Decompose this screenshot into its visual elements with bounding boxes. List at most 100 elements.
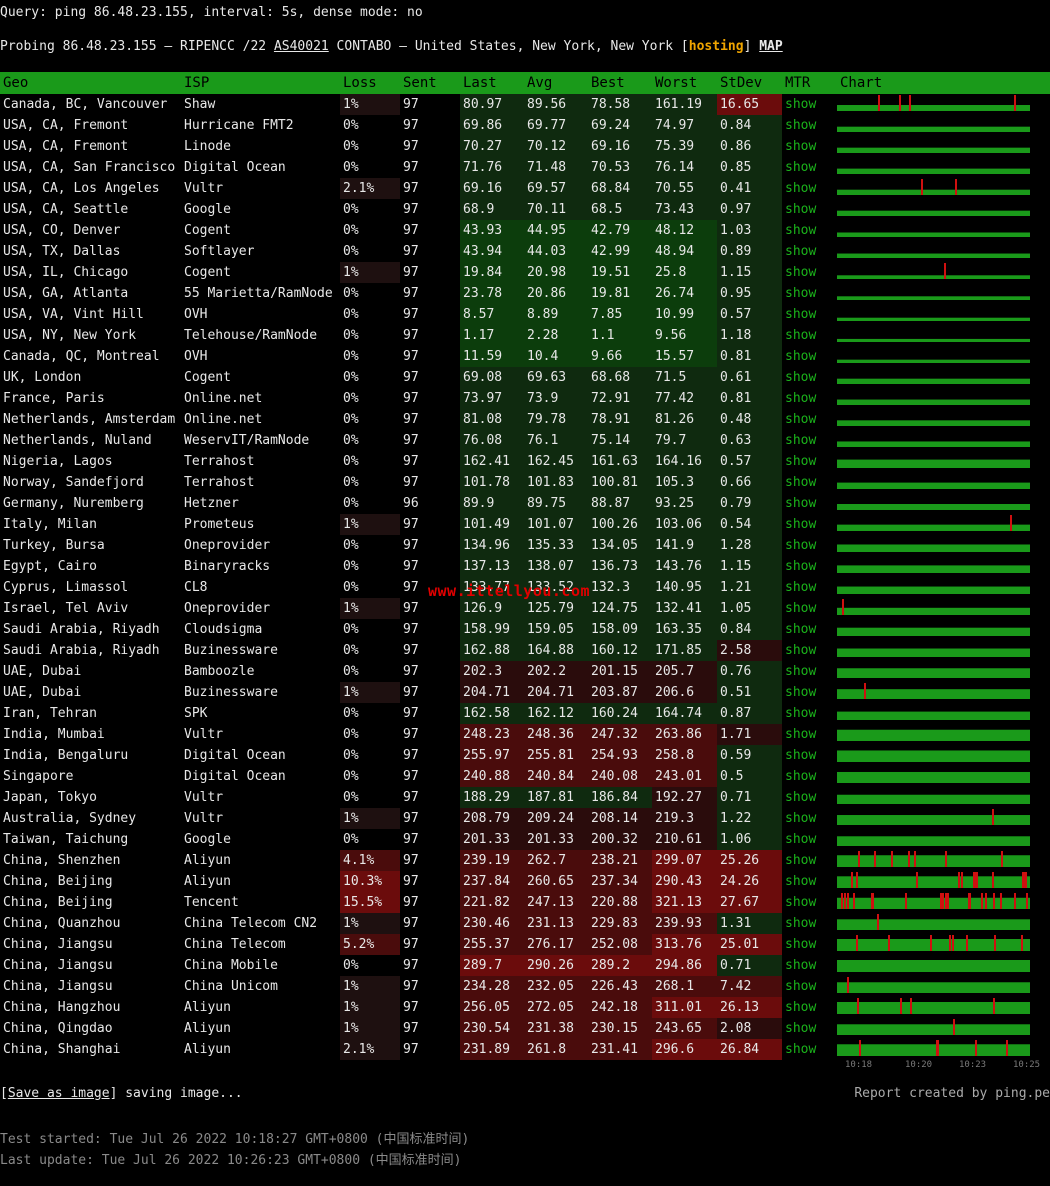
col-best[interactable]: Best [588, 72, 652, 94]
latency-bar [837, 1024, 1030, 1035]
sparkline [837, 126, 1030, 132]
cell-mtr[interactable]: show [782, 724, 837, 745]
cell-mtr[interactable]: show [782, 430, 837, 451]
cell-mtr[interactable]: show [782, 703, 837, 724]
loss-spike [953, 1019, 955, 1035]
col-geo[interactable]: Geo [0, 72, 181, 94]
cell-sent: 97 [403, 202, 419, 217]
cell-mtr[interactable]: show [782, 745, 837, 766]
cell-mtr[interactable]: show [782, 976, 837, 997]
col-isp[interactable]: ISP [181, 72, 340, 94]
cell-mtr[interactable]: show [782, 808, 837, 829]
latency-bar [837, 232, 1030, 237]
cell-mtr[interactable]: show [782, 283, 837, 304]
col-worst[interactable]: Worst [652, 72, 717, 94]
cell-worst: 164.16 [652, 451, 717, 472]
cell-mtr[interactable]: show [782, 157, 837, 178]
cell-mtr[interactable]: show [782, 913, 837, 934]
cell-chart [837, 955, 1050, 976]
cell-stdev: 2.58 [717, 640, 782, 661]
cell-mtr[interactable]: show [782, 535, 837, 556]
cell-mtr[interactable]: show [782, 115, 837, 136]
cell-mtr[interactable]: show [782, 556, 837, 577]
cell-mtr[interactable]: show [782, 997, 837, 1018]
cell-stdev: 0.86 [717, 136, 782, 157]
cell-mtr[interactable]: show [782, 661, 837, 682]
col-loss[interactable]: Loss [340, 72, 400, 94]
loss-spike [985, 893, 987, 909]
cell-mtr[interactable]: show [782, 829, 837, 850]
cell-mtr[interactable]: show [782, 304, 837, 325]
cell-mtr[interactable]: show [782, 871, 837, 892]
cell-isp: Digital Ocean [184, 748, 286, 763]
cell-mtr[interactable]: show [782, 766, 837, 787]
cell-mtr[interactable]: show [782, 850, 837, 871]
cell-mtr[interactable]: show [782, 451, 837, 472]
cell-last: 43.93 [460, 220, 524, 241]
col-avg[interactable]: Avg [524, 72, 588, 94]
cell-last: 89.9 [460, 493, 524, 514]
cell-chart [837, 619, 1050, 640]
cell-mtr[interactable]: show [782, 640, 837, 661]
cell-geo: Canada, QC, Montreal [3, 349, 160, 364]
asn-link[interactable]: AS40021 [274, 39, 329, 54]
cell-mtr[interactable]: show [782, 409, 837, 430]
latency-bar [837, 815, 1030, 825]
save-image-link[interactable]: Save as image [8, 1086, 110, 1101]
cell-mtr[interactable]: show [782, 682, 837, 703]
cell-mtr[interactable]: show [782, 934, 837, 955]
cell-last: 221.82 [460, 892, 524, 913]
cell-sent: 97 [403, 97, 419, 112]
cell-mtr[interactable]: show [782, 787, 837, 808]
sparkline [837, 872, 1030, 888]
cell-mtr[interactable]: show [782, 955, 837, 976]
cell-mtr[interactable]: show [782, 220, 837, 241]
cell-loss: 1% [340, 682, 400, 703]
table-row: Netherlands, Nuland WeservIT/RamNode 0% 97 7… [0, 430, 1050, 451]
cell-sent: 97 [403, 685, 419, 700]
col-stdev[interactable]: StDev [717, 72, 782, 94]
cell-mtr[interactable]: show [782, 388, 837, 409]
map-link[interactable]: MAP [759, 39, 782, 54]
cell-mtr[interactable]: show [782, 619, 837, 640]
cell-avg: 162.45 [524, 451, 588, 472]
cell-mtr[interactable]: show [782, 514, 837, 535]
cell-mtr[interactable]: show [782, 892, 837, 913]
col-mtr[interactable]: MTR [782, 72, 837, 94]
col-sent[interactable]: Sent [400, 72, 460, 94]
cell-sent: 97 [403, 328, 419, 343]
sparkline [837, 1040, 1030, 1056]
cell-mtr[interactable]: show [782, 262, 837, 283]
cell-last: 8.57 [460, 304, 524, 325]
loss-spike [1010, 515, 1012, 531]
cell-sent: 97 [403, 979, 419, 994]
save-area: [Save as image] saving image... [0, 1086, 243, 1101]
cell-last: 101.78 [460, 472, 524, 493]
cell-last: 289.7 [460, 955, 524, 976]
cell-mtr[interactable]: show [782, 346, 837, 367]
cell-mtr[interactable]: show [782, 1018, 837, 1039]
cell-stdev: 0.57 [717, 451, 782, 472]
cell-mtr[interactable]: show [782, 136, 837, 157]
cell-mtr[interactable]: show [782, 325, 837, 346]
cell-mtr[interactable]: show [782, 199, 837, 220]
cell-mtr[interactable]: show [782, 577, 837, 598]
cell-last: 101.49 [460, 514, 524, 535]
cell-worst: 294.86 [652, 955, 717, 976]
cell-mtr[interactable]: show [782, 1039, 837, 1060]
cell-mtr[interactable]: show [782, 598, 837, 619]
cell-mtr[interactable]: show [782, 178, 837, 199]
cell-mtr[interactable]: show [782, 493, 837, 514]
cell-mtr[interactable]: show [782, 472, 837, 493]
cell-last: 11.59 [460, 346, 524, 367]
cell-sent: 97 [403, 139, 419, 154]
cell-worst: 70.55 [652, 178, 717, 199]
cell-best: 160.12 [588, 640, 652, 661]
cell-mtr[interactable]: show [782, 241, 837, 262]
cell-sent: 97 [403, 937, 419, 952]
cell-mtr[interactable]: show [782, 94, 837, 115]
col-last[interactable]: Last [460, 72, 524, 94]
cell-avg: 290.26 [524, 955, 588, 976]
cell-mtr[interactable]: show [782, 367, 837, 388]
cell-loss: 0% [340, 955, 400, 976]
